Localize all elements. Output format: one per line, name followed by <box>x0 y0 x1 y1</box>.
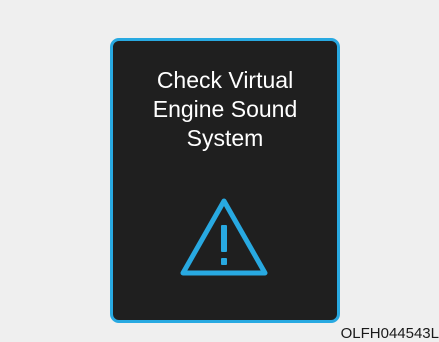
warning-message-line-2: Engine Sound <box>152 96 298 122</box>
warning-message: Check Virtual Engine Sound System <box>113 66 337 153</box>
warning-display-panel: Check Virtual Engine Sound System <box>110 38 340 323</box>
image-reference-code: OLFH044543L <box>340 325 439 342</box>
warning-triangle-icon <box>180 198 268 276</box>
warning-message-line-3: System <box>186 125 264 151</box>
warning-message-line-1: Check Virtual <box>156 67 294 93</box>
